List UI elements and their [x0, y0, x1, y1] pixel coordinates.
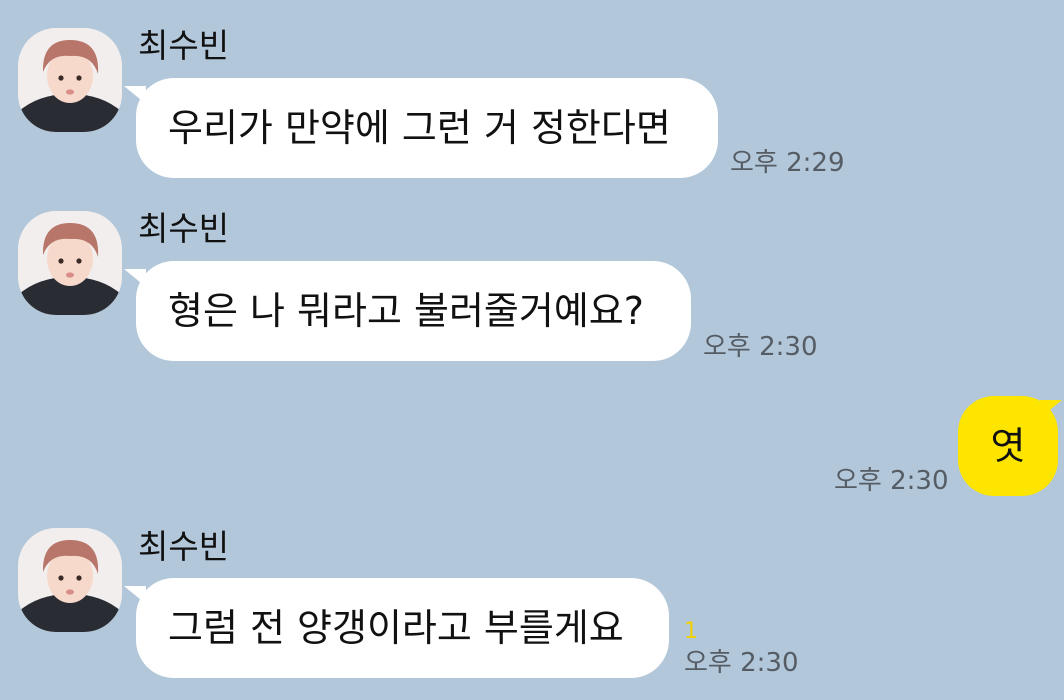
sender-avatar[interactable]: [18, 28, 122, 132]
message-timestamp: 오후 2:30: [834, 466, 949, 496]
unread-count: 1: [684, 619, 698, 644]
sender-avatar[interactable]: [18, 211, 122, 315]
sender-name: 최수빈: [138, 26, 230, 65]
incoming-message-bubble[interactable]: 우리가 만약에 그런 거 정한다면: [136, 78, 718, 178]
sender-name: 최수빈: [138, 527, 230, 566]
avatar-photo: [18, 528, 122, 632]
message-timestamp: 오후 2:30: [684, 648, 799, 678]
sender-name: 최수빈: [138, 209, 230, 248]
message-timestamp: 오후 2:29: [730, 148, 845, 178]
incoming-message-bubble[interactable]: 형은 나 뭐라고 불러줄거예요?: [136, 261, 691, 361]
avatar-photo: [18, 211, 122, 315]
avatar-photo: [18, 28, 122, 132]
incoming-message-bubble[interactable]: 그럼 전 양갱이라고 부를게요: [136, 578, 669, 678]
sender-avatar[interactable]: [18, 528, 122, 632]
message-timestamp: 오후 2:30: [703, 332, 818, 362]
